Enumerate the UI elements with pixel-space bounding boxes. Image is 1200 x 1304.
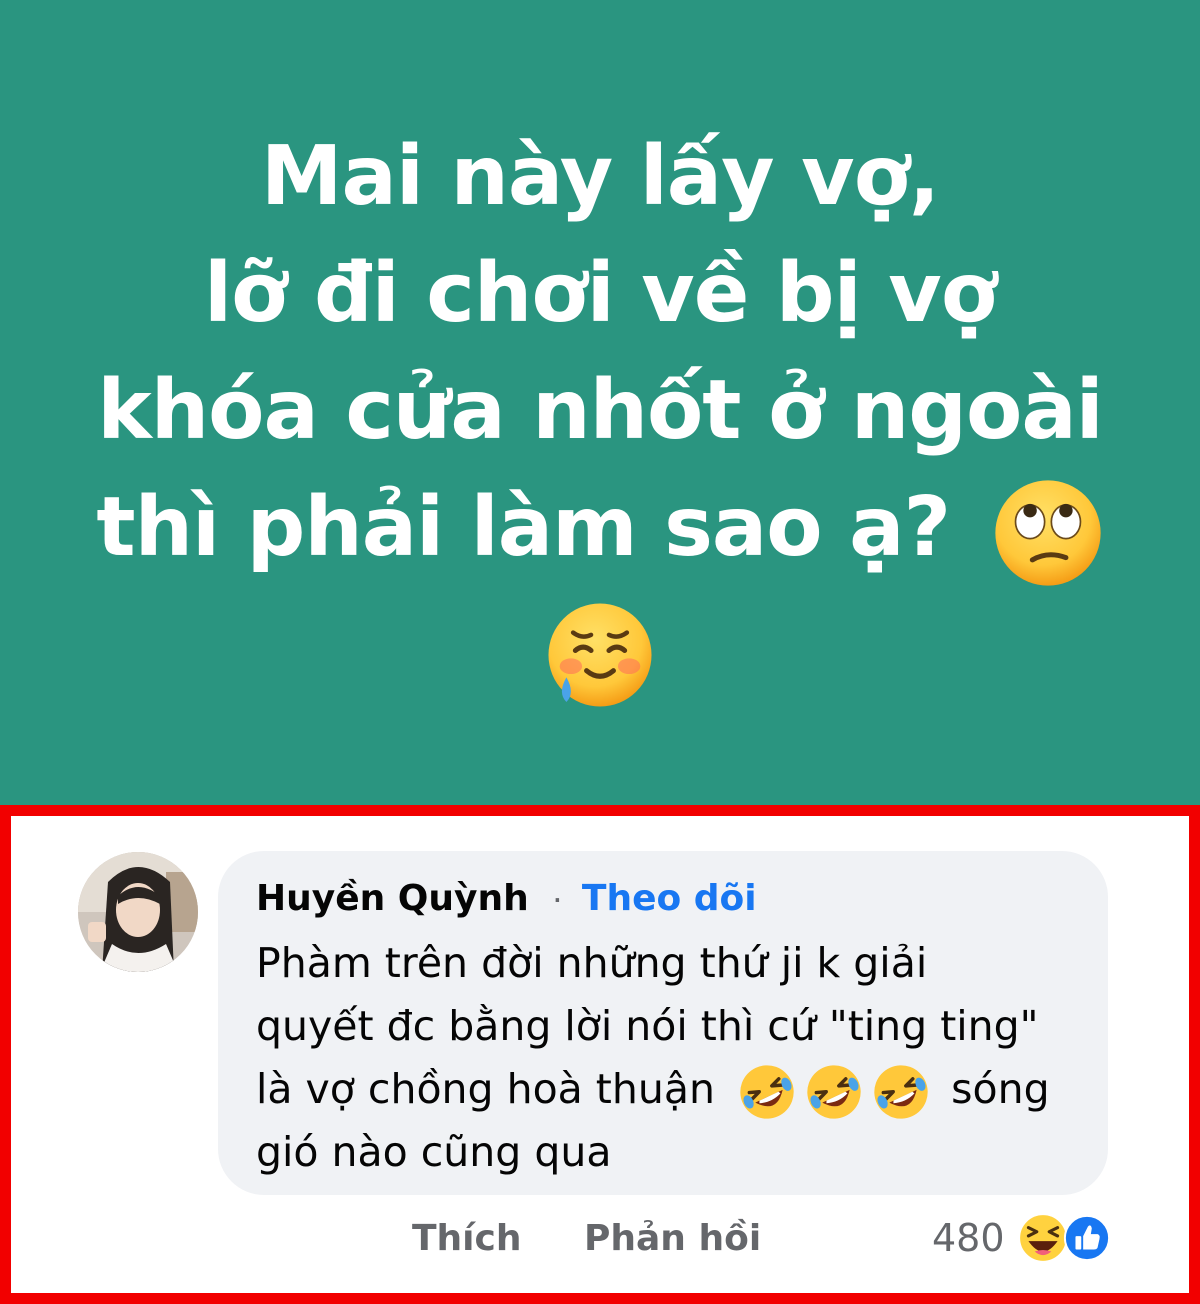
reaction-summary[interactable]: 480 [932, 1208, 1111, 1268]
rolling-on-floor-laughing-emoji [805, 1063, 863, 1121]
post-line-5 [0, 589, 1200, 712]
reaction-count: 480 [932, 1216, 1005, 1260]
eye-roll-emoji [992, 477, 1104, 589]
author-separator: · [551, 877, 564, 918]
post-line-3: khóa cửa nhốt ở ngoài [97, 363, 1104, 458]
rolling-on-floor-laughing-emoji [738, 1063, 796, 1121]
follow-link[interactable]: Theo dõi [582, 878, 757, 919]
post-line-4: thì phải làm sao ạ? [0, 469, 1200, 589]
post-text: Mai này lấy vợ, lỡ đi chơi về bị vợ khóa… [0, 118, 1200, 711]
comment-line-2: quyết đc bằng lời nói thì cứ "ting ting" [256, 1002, 1039, 1050]
post-line-4-text: thì phải làm sao ạ? [96, 480, 951, 575]
comment-line-3-text: là vợ chồng hoà thuận [256, 1065, 715, 1113]
post-line-2: lỡ đi chơi về bị vợ [203, 246, 997, 341]
comment-body: Phàm trên đời những thứ ji k giải quyết … [256, 932, 1086, 1184]
like-button[interactable]: Thích [412, 1215, 522, 1263]
comment-header: Huyền Quỳnh · Theo dõi [256, 874, 757, 923]
comment-author-name[interactable]: Huyền Quỳnh [256, 878, 529, 919]
avatar[interactable] [78, 852, 198, 972]
like-reaction-icon [1063, 1214, 1111, 1262]
haha-reaction-icon [1017, 1212, 1069, 1264]
reply-button[interactable]: Phản hồi [584, 1215, 761, 1263]
comment-line-4: gió nào cũng qua [256, 1128, 612, 1176]
smiling-face-with-tear-emoji [544, 599, 656, 711]
rolling-on-floor-laughing-emoji [872, 1063, 930, 1121]
comment-line-1: Phàm trên đời những thứ ji k giải [256, 939, 928, 987]
comment-line-3-tail: sóng [951, 1065, 1050, 1113]
comment-line-3: là vợ chồng hoà thuận sóng [256, 1058, 1086, 1121]
post-line-1: Mai này lấy vợ, [260, 129, 940, 224]
